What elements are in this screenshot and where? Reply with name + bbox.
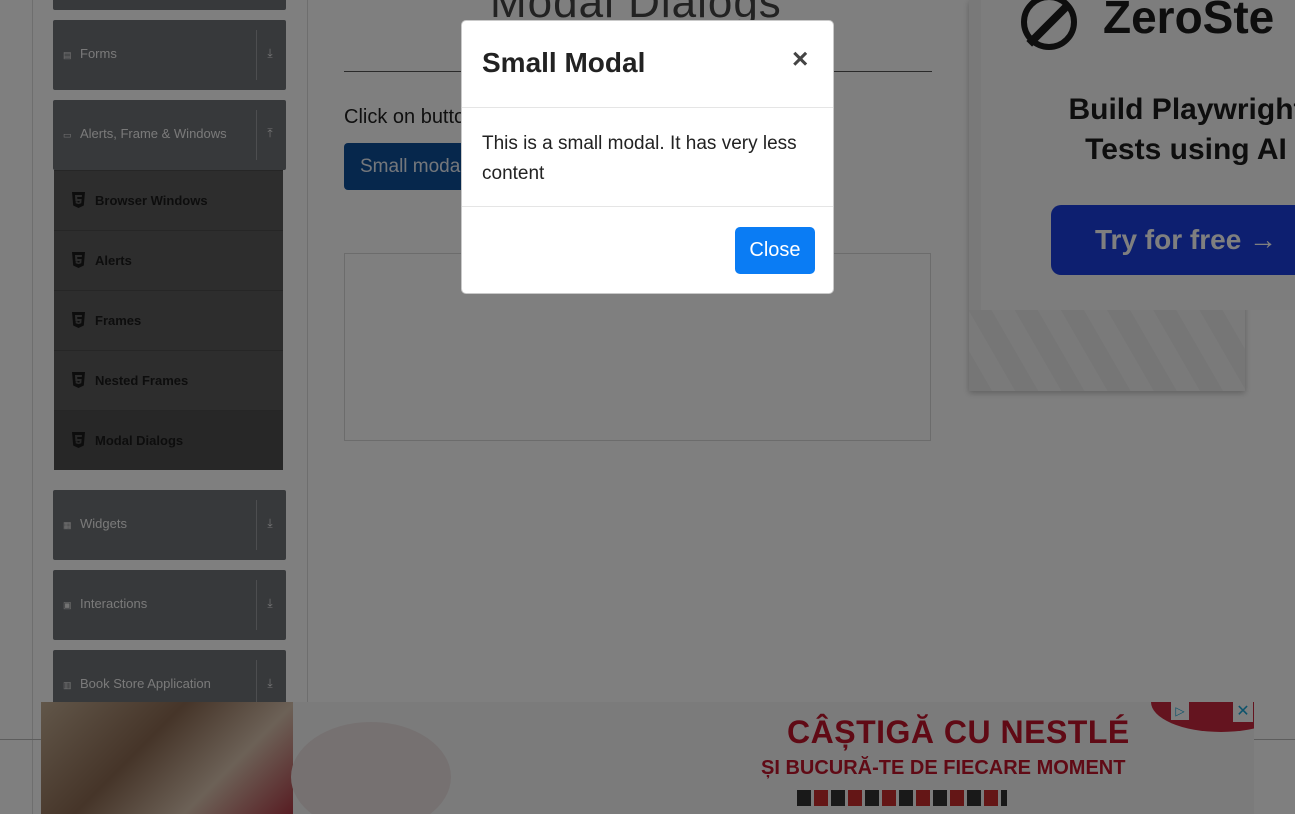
close-button[interactable]: Close [735,227,815,274]
modal-body-text: This is a small modal. It has very less … [482,133,797,184]
modal-title: Small Modal [482,47,646,78]
modal-header: Small Modal × [462,21,833,108]
divider [462,206,833,207]
small-modal: Small Modal × This is a small modal. It … [461,20,834,294]
close-icon[interactable]: × [792,45,808,73]
